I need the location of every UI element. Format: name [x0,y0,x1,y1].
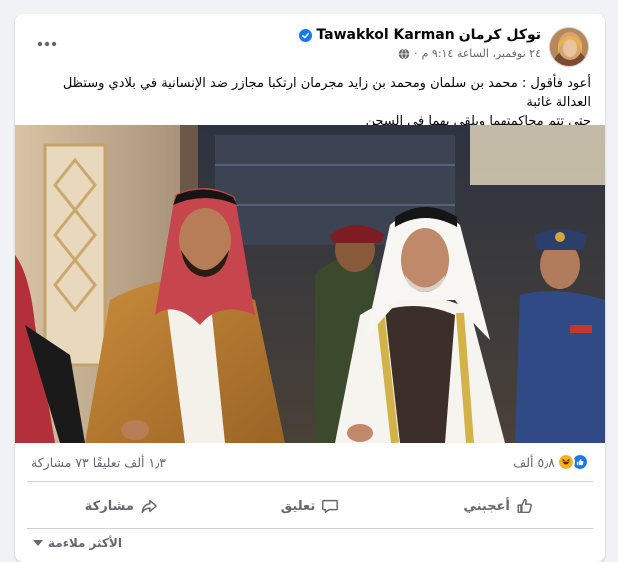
post-stats: ٥٫٨ ألف ١٫٣ ألف تعليقًا ٧٣ مشاركة [15,451,605,477]
post-photo[interactable] [15,125,605,443]
comment-button[interactable]: تعليق [216,488,405,524]
comment-button-label: تعليق [280,498,316,514]
more-dots-icon [37,41,57,47]
post-text: أعود فأقول : محمد بن سلمان ومحمد بن زايد… [29,74,591,131]
post-text-line-1: أعود فأقول : محمد بن سلمان ومحمد بن زايد… [62,76,591,110]
share-button-label: مشاركة [84,498,134,514]
reactions-summary[interactable]: ٥٫٨ ألف [513,453,589,471]
share-button[interactable]: مشاركة [27,488,216,524]
haha-icon [557,453,575,471]
reaction-icons [557,453,589,471]
more-options-button[interactable] [29,30,65,58]
shares-count[interactable]: ٧٣ مشاركة [31,455,89,470]
globe-icon [398,47,410,60]
thumbs-up-icon [517,498,532,514]
engagement-counts: ١٫٣ ألف تعليقًا ٧٣ مشاركة [31,455,166,470]
post-header: توكل كرمان Tawakkol Karman ٢٤ نوفمبر، ال… [15,14,605,70]
divider-bottom [27,528,593,529]
comments-count[interactable]: ١٫٣ ألف تعليقًا [93,455,166,470]
comment-icon [322,499,339,514]
divider-top [27,481,593,482]
like-button-label: أعجبني [463,498,510,514]
post-actions: أعجبني تعليق مشاركة [27,488,593,524]
post-meta: ٢٤ نوفمبر، الساعة ٩:١٤ م · [398,47,541,60]
photo-illustration [15,125,605,443]
post-timestamp[interactable]: ٢٤ نوفمبر، الساعة ٩:١٤ م [422,47,541,60]
verified-badge-icon [299,28,313,42]
post-card: توكل كرمان Tawakkol Karman ٢٤ نوفمبر، ال… [15,14,605,562]
reactions-count: ٥٫٨ ألف [513,454,555,470]
author-name-row: توكل كرمان Tawakkol Karman [299,27,541,43]
author-name-ar[interactable]: توكل كرمان [459,27,541,43]
caret-down-icon [33,540,43,546]
avatar-image [550,28,588,66]
share-icon [141,499,157,514]
like-button[interactable]: أعجبني [404,488,593,524]
comments-sort-dropdown[interactable]: الأكثر ملاءمة [33,536,122,550]
author-name-en[interactable]: Tawakkol Karman [316,27,454,43]
author-avatar[interactable] [549,27,589,67]
meta-separator: · [414,47,418,60]
comments-sort-label: الأكثر ملاءمة [48,536,122,550]
